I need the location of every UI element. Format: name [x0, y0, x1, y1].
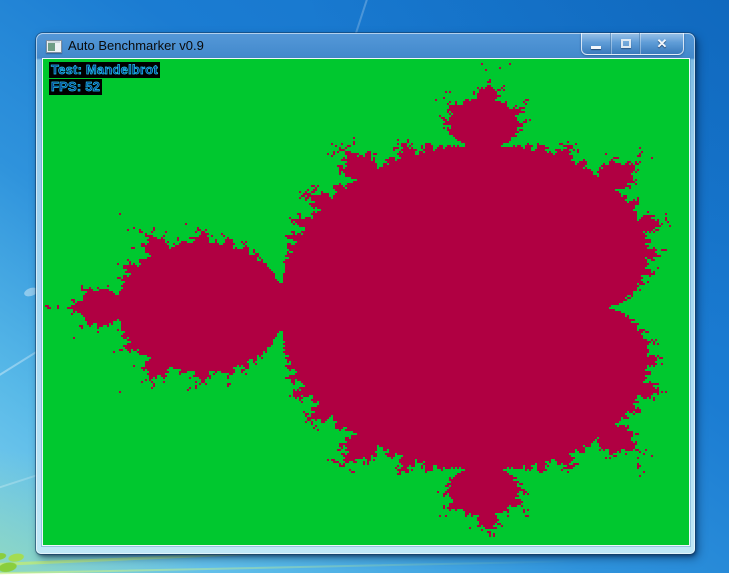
close-icon: ✕ [657, 33, 668, 54]
window-controls: ✕ [581, 33, 684, 55]
close-button[interactable]: ✕ [640, 33, 683, 54]
minimize-icon [591, 46, 601, 49]
maximize-button[interactable] [611, 33, 640, 54]
mandelbrot-canvas [43, 59, 689, 545]
fps-label: FPS: 52 [49, 79, 102, 95]
minimize-button[interactable] [582, 33, 611, 54]
test-name-label: Test: Mandelbrot [49, 62, 160, 78]
maximize-icon [621, 39, 631, 48]
app-window: Auto Benchmarker v0.9 ✕ Test: Mandelbrot… [36, 33, 695, 554]
app-icon [46, 40, 62, 53]
render-viewport: Test: Mandelbrot FPS: 52 [43, 59, 689, 545]
window-title: Auto Benchmarker v0.9 [68, 33, 204, 59]
wallpaper-sprout [0, 537, 37, 577]
desktop: Auto Benchmarker v0.9 ✕ Test: Mandelbrot… [0, 0, 729, 573]
benchmark-hud: Test: Mandelbrot FPS: 52 [49, 62, 160, 96]
wallpaper-grass-streak [0, 560, 610, 575]
